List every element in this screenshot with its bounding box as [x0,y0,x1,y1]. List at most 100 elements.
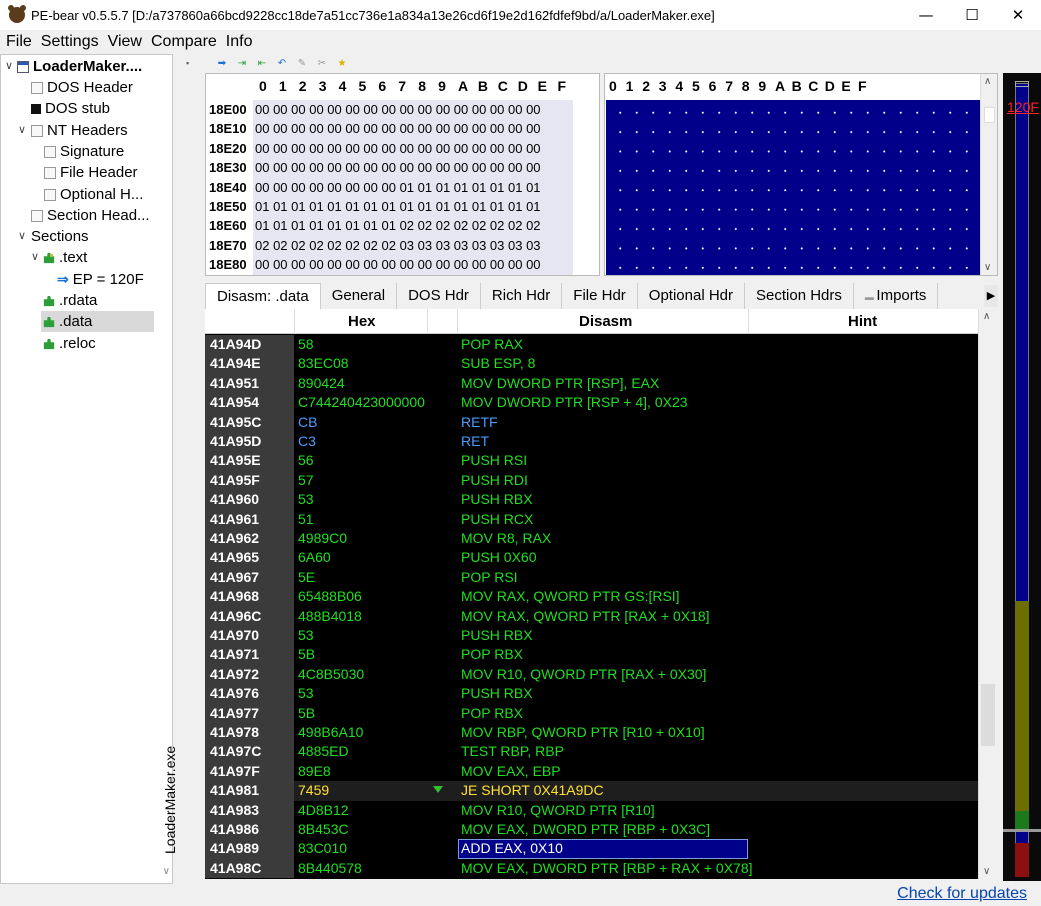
hex-row-bytes[interactable]: 00 00 00 00 00 00 00 00 00 00 00 00 00 0… [253,138,573,159]
disasm-row[interactable]: 41A95D C3 RET [205,432,978,452]
disasm-row[interactable]: 41A97C 4885ED TEST RBP, RBP [205,742,978,762]
disasm-row[interactable]: 41A971 5B POP RBX [205,645,978,665]
disasm-row[interactable]: 41A961 51 PUSH RCX [205,509,978,529]
tab-rich-hdr[interactable]: Rich Hdr [480,283,563,309]
disasm-row[interactable]: 41A951 890424 MOV DWORD PTR [RSP], EAX [205,373,978,394]
hex-row-bytes[interactable]: 00 00 00 00 00 00 00 00 00 00 00 00 00 0… [253,119,573,139]
disasm-row[interactable]: 41A97F 89E8 MOV EAX, EBP [205,761,978,782]
tab-dos-hdr[interactable]: DOS Hdr [397,283,481,309]
ascii-view[interactable]: 0123456789ABCDEF ∧ ∨ [604,73,998,276]
entry-point-marker[interactable]: 120F [1007,99,1039,115]
hex-row[interactable]: 18E60 01 01 01 01 01 01 01 01 02 02 02 02… [206,216,599,236]
disasm-row[interactable]: 41A954 C744240423000000 MOV DWORD PTR [RSP… [205,393,978,413]
tree-item-root[interactable]: LoaderMaker.... [17,56,142,77]
hex-row-bytes[interactable]: 00 00 00 00 00 00 00 00 00 00 00 00 00 0… [253,255,573,275]
tree-item-optional-header[interactable]: Optional H... [44,184,143,205]
hex-row[interactable]: 18E10 00 00 00 00 00 00 00 00 00 00 00 00… [206,119,599,139]
disasm-row[interactable]: 41A968 65488B06 MOV RAX, QWORD PTR GS:[RSI… [205,587,978,607]
tree-item-sections[interactable]: Sections [31,226,89,247]
file-tab-label[interactable]: LoaderMaker.exe [162,746,178,854]
hex-scrollbar[interactable]: ∧ ∨ [980,74,997,275]
hex-row-bytes[interactable]: 01 01 01 01 01 01 01 01 02 02 02 02 02 0… [253,216,573,236]
tab-disasm-data[interactable]: Disasm: .data [205,283,321,309]
scroll-thumb[interactable] [984,107,995,123]
tree-item-entry-point[interactable]: ⇒ EP = 120F [57,269,144,290]
disasm-row[interactable]: 41A981 7459 JE SHORT 0X41A9DC [205,781,978,801]
disasm-row[interactable]: 41A960 53 PUSH RBX [205,490,978,510]
export-icon[interactable]: ⇥ [235,58,249,69]
minimize-button[interactable]: — [903,0,949,30]
disasm-row[interactable]: 41A95E 56 PUSH RSI [205,451,978,471]
column-header-disasm[interactable]: Disasm [579,313,632,330]
scroll-thumb[interactable] [981,684,995,746]
hex-row-bytes[interactable]: 01 01 01 01 01 01 01 01 01 01 01 01 01 0… [253,197,573,217]
disasm-row[interactable]: 41A94D 58 POP RAX [205,335,978,355]
hex-row[interactable]: 18E50 01 01 01 01 01 01 01 01 01 01 01 01… [206,197,599,217]
hex-view[interactable]: 0123456789ABCDEF 18E00 00 00 00 00 00 00 … [205,73,600,276]
star-icon[interactable]: ★ [335,58,349,69]
overview-cursor[interactable] [1003,829,1041,832]
column-header-hex[interactable]: Hex [348,313,376,330]
chevron-down-icon[interactable]: ∨ [31,250,39,263]
tree-item-text[interactable]: .text [43,247,87,268]
tree-item-reloc[interactable]: .reloc [43,333,96,354]
pin-icon[interactable]: ▪ [186,58,189,68]
close-button[interactable]: ✕ [995,0,1041,30]
hex-row[interactable]: 18E00 00 00 00 00 00 00 00 00 00 00 00 00… [206,100,599,120]
hex-row[interactable]: 18E70 02 02 02 02 02 02 02 02 03 03 03 03… [206,235,599,256]
chevron-down-icon[interactable]: ∨ [5,59,13,72]
disasm-row[interactable]: 41A95F 57 PUSH RDI [205,470,978,491]
column-header-hint[interactable]: Hint [848,313,877,330]
maximize-button[interactable]: ☐ [949,0,995,30]
import-icon[interactable]: ⇤ [255,58,269,69]
disasm-table[interactable]: Hex Disasm Hint 41A94D 58 POP RAX 41A94E 83E… [205,309,978,879]
hex-row-bytes[interactable]: 00 00 00 00 00 00 00 00 01 01 01 01 01 0… [253,177,573,197]
pin-icon[interactable]: ✎ [295,58,309,69]
menu-view[interactable]: View [102,31,145,53]
tab-general[interactable]: General [320,283,398,309]
chevron-down-icon[interactable]: ∨ [983,866,990,877]
hex-row[interactable]: 18E30 00 00 00 00 00 00 00 00 00 00 00 00… [206,158,599,178]
menu-info[interactable]: Info [220,31,256,53]
tab-file-hdr[interactable]: File Hdr [562,283,638,309]
tree-item-signature[interactable]: Signature [44,141,124,162]
disasm-row[interactable]: 41A96C 488B4018 MOV RAX, QWORD PTR [RAX + … [205,606,978,626]
go-to-icon[interactable]: ➡ [215,58,229,69]
disasm-row[interactable]: 41A976 53 PUSH RBX [205,684,978,704]
hex-row[interactable]: 18E40 00 00 00 00 00 00 00 00 01 01 01 01… [206,177,599,197]
tree-item-file-header[interactable]: File Header [44,162,138,183]
disasm-row[interactable]: 41A962 4989C0 MOV R8, RAX [205,529,978,549]
tab-section-hdrs[interactable]: Section Hdrs [745,283,854,309]
disasm-row[interactable]: 41A95C CB RETF [205,412,978,432]
chevron-down-icon[interactable]: ∨ [18,123,26,136]
disasm-row[interactable]: 41A967 5E POP RSI [205,567,978,588]
check-updates-link[interactable]: Check for updates [897,885,1027,903]
tree-item-rdata[interactable]: .rdata [43,290,97,311]
hex-row-bytes[interactable]: 02 02 02 02 02 02 02 02 03 03 03 03 03 0… [253,235,573,256]
file-overview-bar[interactable]: 120F [1003,73,1041,881]
tree-item-dos-stub[interactable]: DOS stub [31,98,110,119]
jump-arrow-icon[interactable] [433,786,443,794]
menu-settings[interactable]: Settings [35,31,102,53]
disasm-row[interactable]: 41A965 6A60 PUSH 0X60 [205,548,978,568]
clear-icon[interactable]: ✂ [315,58,329,69]
menu-file[interactable]: File [0,31,35,53]
disasm-row[interactable]: 41A986 8B453C MOV EAX, DWORD PTR [RBP + 0X… [205,820,978,840]
hex-row-bytes[interactable]: 00 00 00 00 00 00 00 00 00 00 00 00 00 0… [253,158,573,178]
chevron-down-icon[interactable]: ∨ [984,262,991,273]
hex-row[interactable]: 18E20 00 00 00 00 00 00 00 00 00 00 00 00… [206,138,599,159]
disasm-row[interactable]: 41A94E 83EC08 SUB ESP, 8 [205,354,978,374]
disasm-row[interactable]: 41A98C 8B440578 MOV EAX, DWORD PTR [RBP + … [205,858,978,879]
chevron-down-icon[interactable]: ∨ [18,229,26,242]
tree-item-nt-headers[interactable]: NT Headers [31,120,128,141]
tree-item-data[interactable]: .data [41,311,154,332]
menu-compare[interactable]: Compare [145,31,220,53]
hex-row[interactable]: 18E80 00 00 00 00 00 00 00 00 00 00 00 00… [206,255,599,275]
disasm-row[interactable]: 41A989 83C010 ADD EAX, 0X10 [205,839,978,859]
chevron-down-icon[interactable]: ∨ [163,866,170,877]
chevron-up-icon[interactable]: ∧ [983,311,990,322]
disasm-row[interactable]: 41A970 53 PUSH RBX [205,626,978,646]
disasm-row[interactable]: 41A978 498B6A10 MOV RBP, QWORD PTR [R10 + … [205,723,978,743]
undo-icon[interactable]: ↶ [275,58,289,69]
tree-item-dos-header[interactable]: DOS Header [31,77,133,98]
